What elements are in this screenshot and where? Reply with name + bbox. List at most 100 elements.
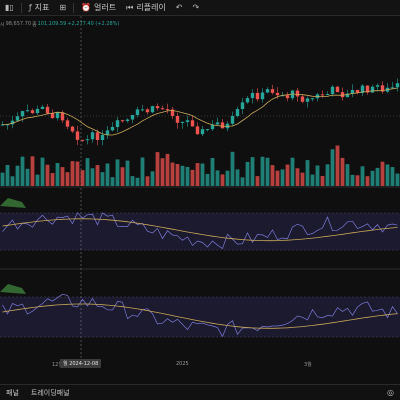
time-tick: 2025 — [176, 361, 189, 367]
candle-body — [200, 129, 205, 135]
candle-body — [260, 92, 265, 100]
crosshair-date-label: 월 2024-12-08 — [60, 359, 102, 368]
volume-bar — [5, 165, 10, 186]
candle-body — [125, 119, 130, 121]
candle-body — [375, 85, 380, 87]
layout-button[interactable]: ⊞ — [54, 0, 71, 16]
undo-icon: ↶ — [175, 2, 183, 12]
candle-body — [250, 92, 255, 99]
candle-body — [120, 120, 125, 122]
volume-bar — [295, 168, 300, 186]
volume-bar — [195, 163, 200, 186]
volume-bar — [285, 164, 290, 186]
candle-body — [55, 112, 60, 119]
volume-bar — [365, 176, 370, 186]
volume-bar — [15, 165, 20, 186]
time-axis[interactable]: 12월 월 2024-12-08 2025 3월 — [0, 358, 400, 370]
candle-body — [70, 126, 75, 132]
oscillator-2-overbought-fill — [0, 284, 26, 294]
alert-label: 얼러트 — [94, 3, 117, 12]
interval-button[interactable]: ▮▯ — [0, 0, 19, 16]
volume-bar — [280, 169, 285, 186]
volume-bar — [50, 173, 55, 186]
volume-bar — [170, 162, 175, 186]
undo-button[interactable]: ↶ — [171, 0, 188, 16]
candle-body — [320, 94, 325, 96]
volume-bar — [275, 170, 280, 186]
volume-bar — [135, 177, 140, 186]
candle-body — [220, 122, 225, 129]
chart-canvas[interactable] — [0, 16, 400, 358]
volume-bar — [260, 156, 265, 186]
candle-body — [395, 83, 400, 88]
volume-bar — [30, 156, 35, 186]
candle-body — [110, 126, 115, 131]
candle-body — [25, 110, 30, 112]
candle-body — [205, 129, 210, 131]
replay-label: 리플레이 — [136, 3, 166, 12]
volume-bar — [240, 177, 245, 186]
candle-body — [65, 120, 70, 127]
volume-bar — [190, 169, 195, 186]
volume-bar — [100, 172, 105, 186]
candle-body — [80, 139, 85, 141]
volume-bar — [330, 149, 335, 186]
trading-panel-tab[interactable]: 트레이딩패널 — [25, 388, 76, 398]
volume-bar — [70, 161, 75, 186]
volume-bar — [20, 156, 25, 186]
candle-body — [100, 134, 105, 140]
candle-body — [155, 106, 160, 109]
volume-bar — [35, 174, 40, 186]
indicator-icon: ⊞ — [59, 2, 67, 12]
candle-body — [130, 114, 135, 120]
volume-bar — [0, 172, 5, 186]
candle-body — [340, 92, 345, 98]
volume-bar — [55, 163, 60, 186]
candle-body — [285, 95, 290, 99]
candle-body — [335, 86, 340, 93]
candle-body — [180, 121, 185, 123]
volume-bar — [150, 171, 155, 186]
volume-bar — [310, 174, 315, 186]
alert-button[interactable]: ⏰ 얼러트 — [76, 0, 121, 16]
candle-body — [160, 108, 165, 110]
candle-body — [265, 89, 270, 93]
volume-bar — [80, 170, 85, 186]
volume-bar — [180, 165, 185, 186]
candle-body — [45, 106, 50, 114]
fx-icon: ƒ — [28, 2, 32, 12]
replay-button[interactable]: ⏮ 리플레이 — [121, 0, 171, 16]
volume-bar — [375, 167, 380, 186]
volume-bar — [300, 172, 305, 186]
candle-body — [325, 94, 330, 96]
volume-bar — [155, 152, 160, 186]
volume-bar — [10, 176, 15, 186]
candle-body — [95, 132, 100, 140]
redo-button[interactable]: ↷ — [188, 0, 205, 16]
volume-bar — [45, 164, 50, 186]
time-tick: 3월 — [304, 362, 312, 368]
replay-icon: ⏮ — [126, 2, 134, 12]
volume-bar — [325, 164, 330, 186]
volume-bar — [65, 172, 70, 186]
candle-body — [235, 109, 240, 117]
volume-bar — [370, 170, 375, 186]
panel-tab[interactable]: 패널 — [0, 388, 25, 398]
volume-bar — [95, 165, 100, 186]
oscillator-1-overbought-fill — [0, 198, 26, 208]
candle-body — [255, 92, 260, 100]
toolbar-divider — [20, 2, 22, 13]
volume-bar — [110, 177, 115, 186]
target-icon[interactable]: ◎ — [387, 388, 394, 397]
volume-bar — [270, 165, 275, 186]
candle-body — [305, 98, 310, 102]
candle-body — [330, 86, 335, 95]
candle-body — [50, 113, 55, 119]
chart-area[interactable] — [0, 16, 400, 372]
candle-body — [215, 122, 220, 125]
candle-body — [135, 109, 140, 115]
volume-bar — [315, 165, 320, 186]
volume-bar — [355, 175, 360, 186]
indicators-button[interactable]: ƒ 지표 — [24, 0, 55, 16]
volume-bar — [200, 163, 205, 186]
